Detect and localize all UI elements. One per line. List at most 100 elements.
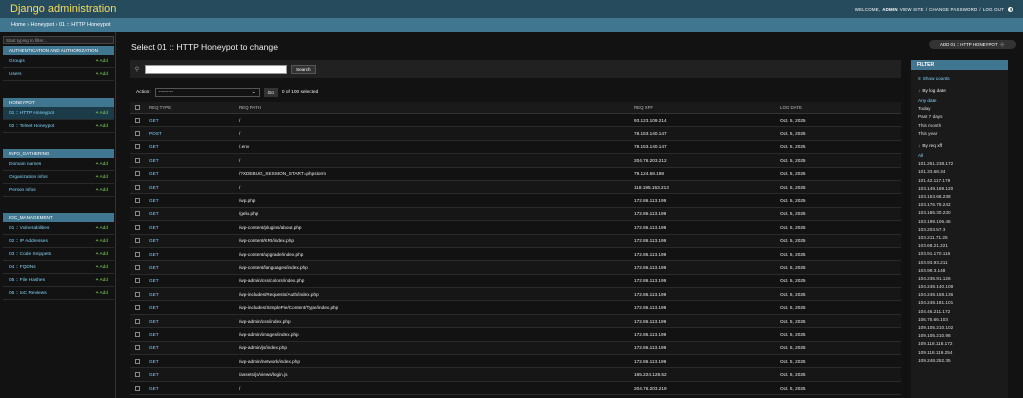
xff-filter-option[interactable]: 103.93.93.211 (911, 258, 1008, 266)
select-all-checkbox[interactable] (134, 105, 140, 110)
xff-filter-option[interactable]: 104.46.211.172 (911, 307, 1008, 315)
req-type-cell[interactable]: GET (144, 332, 239, 337)
xff-filter-option[interactable]: 103.91.170.116 (911, 250, 1008, 258)
sidebar-add-link[interactable]: +Add (96, 111, 108, 116)
req-type-cell[interactable]: GET (144, 252, 239, 257)
req-type-cell[interactable]: GET (144, 359, 239, 364)
sidebar-add-link[interactable]: +Add (96, 239, 108, 244)
row-checkbox[interactable] (134, 318, 140, 324)
xff-filter-option[interactable]: 109.118.119.254 (911, 348, 1008, 356)
sidebar-add-link[interactable]: +Add (96, 291, 108, 296)
row-checkbox[interactable] (134, 171, 140, 177)
column-header-req-path[interactable]: REQ PATH (239, 105, 634, 110)
sidebar-add-link[interactable]: +Add (96, 278, 108, 283)
sidebar-model-link[interactable]: 03 :: Code Snippets (9, 252, 51, 257)
row-checkbox[interactable] (134, 131, 140, 137)
row-checkbox[interactable] (134, 198, 140, 204)
sidebar-model-link[interactable]: Organization infos (9, 175, 48, 180)
date-filter-option[interactable]: This year (911, 129, 1008, 137)
sidebar-add-link[interactable]: +Add (96, 59, 108, 64)
xff-filter-option[interactable]: 103.68.21.221 (911, 242, 1008, 250)
req-type-cell[interactable]: GET (144, 171, 239, 176)
sidebar-model-link[interactable]: 01 :: Vulnerabilities (9, 226, 49, 231)
sidebar-model-link[interactable]: 06 :: IoC Reviews (9, 291, 47, 296)
req-type-cell[interactable]: GET (144, 265, 239, 270)
go-button[interactable]: Go (263, 87, 278, 97)
sidebar-model-link[interactable]: Person infos (9, 188, 36, 193)
sidebar-model-link[interactable]: Users (9, 72, 22, 77)
sidebar-model-link[interactable]: 05 :: File Hashes (9, 278, 45, 283)
xff-filter-option[interactable]: 101.251.238.172 (911, 160, 1008, 168)
show-counts-link[interactable]: ≡ Show counts (911, 74, 1008, 82)
req-type-cell[interactable]: GET (144, 158, 239, 163)
column-header-req-type[interactable]: REQ TYPE (144, 105, 239, 110)
change-password-link[interactable]: CHANGE PASSWORD (929, 7, 977, 12)
req-type-cell[interactable]: GET (144, 372, 239, 377)
column-header-log-date[interactable]: LOG DATE (780, 105, 901, 110)
breadcrumb[interactable]: Home › Honeypot › 01 :: HTTP Honeypot (0, 18, 1023, 32)
sidebar-add-link[interactable]: +Add (96, 175, 108, 180)
row-checkbox[interactable] (134, 358, 140, 364)
row-checkbox[interactable] (134, 278, 140, 284)
search-button[interactable]: Search (291, 64, 316, 74)
xff-filter-option[interactable]: 109.248.252.35 (911, 356, 1008, 364)
site-brand[interactable]: Django administration (10, 3, 116, 15)
column-header-req-xff[interactable]: REQ XFF (634, 105, 780, 110)
xff-filter-option[interactable]: 104.236.91.126 (911, 274, 1008, 282)
sidebar-model-link[interactable]: 04 :: FQDNs (9, 265, 36, 270)
req-type-cell[interactable]: GET (144, 118, 239, 123)
nav-filter-input[interactable]: Start typing to filter... (3, 36, 114, 44)
xff-filter-option[interactable]: 109.118.118.172 (911, 340, 1008, 348)
xff-filter-option[interactable]: 104.248.158.136 (911, 291, 1008, 299)
xff-filter-option[interactable]: 104.248.140.108 (911, 283, 1008, 291)
req-type-cell[interactable]: GET (144, 278, 239, 283)
view-site-link[interactable]: VIEW SITE (900, 7, 924, 12)
row-checkbox[interactable] (134, 144, 140, 150)
sidebar-add-link[interactable]: +Add (96, 226, 108, 231)
row-checkbox[interactable] (134, 305, 140, 311)
add-http-honeypot-button[interactable]: ADD 01 :: HTTP HONEYPOT ➕ (929, 40, 1016, 49)
xff-filter-option[interactable]: 103.149.169.120 (911, 184, 1008, 192)
req-type-cell[interactable]: GET (144, 185, 239, 190)
date-filter-option[interactable]: Today (911, 105, 1008, 113)
app-caption[interactable]: INFO_GATHERING (3, 149, 114, 158)
xff-filter-option[interactable]: 109.105.210.98 (911, 332, 1008, 340)
sidebar-add-link[interactable]: +Add (96, 162, 108, 167)
row-checkbox[interactable] (134, 157, 140, 163)
search-input[interactable] (145, 64, 287, 74)
req-type-cell[interactable]: GET (144, 292, 239, 297)
filter-by-req-xff[interactable]: ↓ By req xff (911, 141, 1008, 149)
row-checkbox[interactable] (134, 372, 140, 378)
date-filter-option[interactable]: Any date (911, 96, 1008, 104)
row-checkbox[interactable] (134, 211, 140, 217)
req-type-cell[interactable]: GET (144, 198, 239, 203)
theme-toggle-icon[interactable] (1008, 6, 1013, 12)
sidebar-add-link[interactable]: +Add (96, 252, 108, 257)
sidebar-add-link[interactable]: +Add (96, 124, 108, 129)
date-filter-option[interactable]: This month (911, 121, 1008, 129)
row-checkbox[interactable] (134, 238, 140, 244)
row-checkbox[interactable] (134, 264, 140, 270)
filter-by-log-date[interactable]: ↓ By log date (911, 86, 1008, 94)
req-type-cell[interactable]: GET (144, 319, 239, 324)
xff-filter-option[interactable]: 103.99.3.148 (911, 266, 1008, 274)
xff-filter-option[interactable]: 103.186.30.230 (911, 209, 1008, 217)
xff-filter-option[interactable]: 101.33.68.34 (911, 168, 1008, 176)
xff-filter-option[interactable]: 101.42.117.179 (911, 176, 1008, 184)
xff-filter-option[interactable]: 109.105.210.102 (911, 323, 1008, 331)
sidebar-add-link[interactable]: +Add (96, 188, 108, 193)
sidebar-add-link[interactable]: +Add (96, 265, 108, 270)
sidebar-model-link[interactable]: 01 :: HTTP Honeypot (9, 111, 54, 116)
req-type-cell[interactable]: GET (144, 345, 239, 350)
row-checkbox[interactable] (134, 331, 140, 337)
row-checkbox[interactable] (134, 251, 140, 257)
logout-link[interactable]: LOG OUT (983, 7, 1004, 12)
sidebar-add-link[interactable]: +Add (96, 72, 108, 77)
req-type-cell[interactable]: GET (144, 238, 239, 243)
row-checkbox[interactable] (134, 224, 140, 230)
sidebar-model-link[interactable]: 02 :: Telnet Honeypot (9, 124, 54, 129)
xff-filter-option[interactable]: 106.75.66.103 (911, 315, 1008, 323)
row-checkbox[interactable] (134, 184, 140, 190)
row-checkbox[interactable] (134, 385, 140, 391)
req-type-cell[interactable]: GET (144, 305, 239, 310)
